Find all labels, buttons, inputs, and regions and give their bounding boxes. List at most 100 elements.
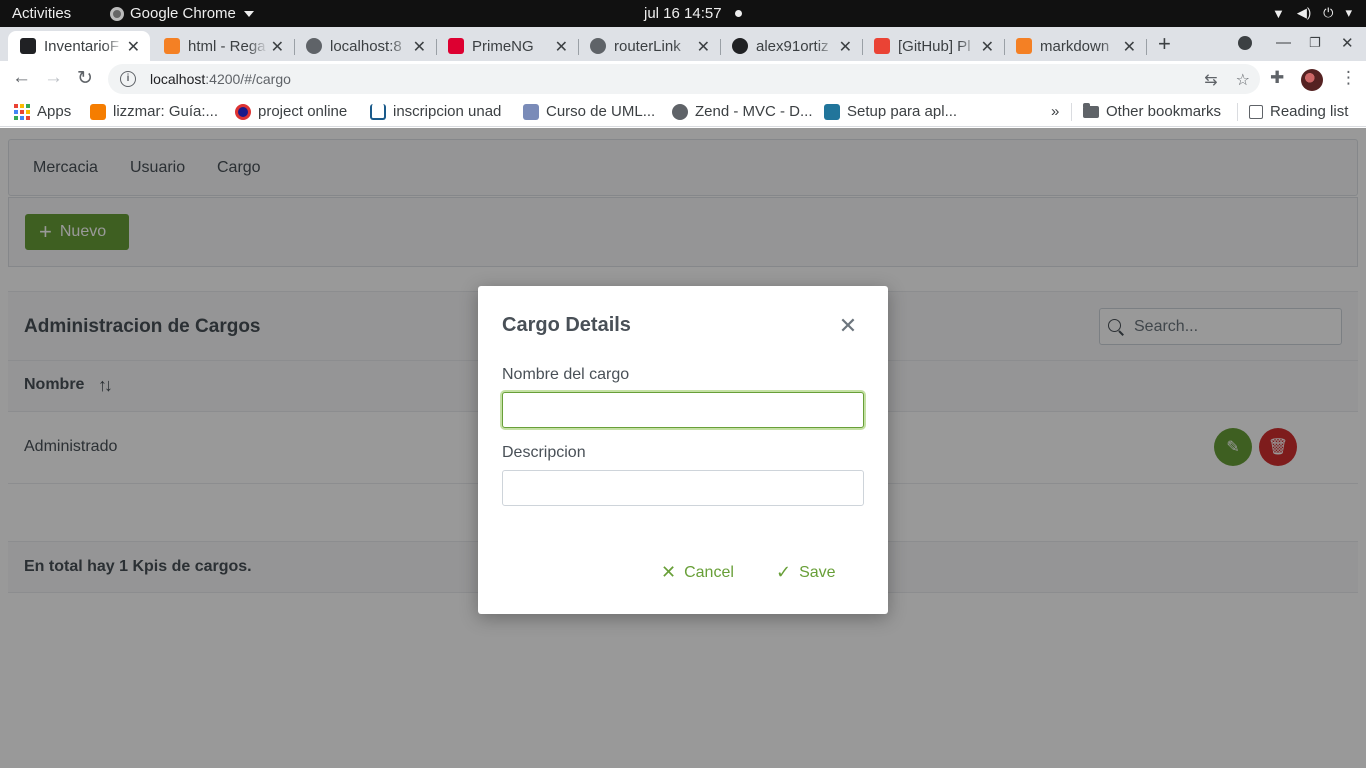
other-bookmarks-label: Other bookmarks xyxy=(1106,103,1222,120)
close-icon[interactable]: ✕ xyxy=(836,314,860,338)
nombre-input[interactable] xyxy=(502,392,864,428)
cancel-label: Cancel xyxy=(684,563,734,581)
tab-title: routerLink xyxy=(614,37,681,55)
notification-dot-icon xyxy=(735,10,742,17)
bookmark-zend[interactable]: Zend - MVC - D... xyxy=(672,103,813,120)
activities-button[interactable]: Activities xyxy=(12,5,71,22)
profile-avatar[interactable] xyxy=(1301,69,1323,91)
wordpress-icon xyxy=(824,103,840,120)
minimize-icon[interactable]: — xyxy=(1276,34,1291,51)
url-path: :4200/#/cargo xyxy=(205,71,291,87)
bookmark-setup[interactable]: Setup para apl... xyxy=(824,103,957,120)
tab-title: alex91ortiz xyxy=(756,37,829,55)
close-tab-icon[interactable]: ✕ xyxy=(1123,37,1136,57)
bookmark-label: Apps xyxy=(37,103,72,120)
reading-list-icon xyxy=(1249,104,1263,119)
wifi-icon: ▼ xyxy=(1271,5,1285,21)
bookmark-label: lizzmar: Guía:... xyxy=(113,103,219,120)
bookmark-label: Curso de UML... xyxy=(546,103,656,120)
reading-list-label: Reading list xyxy=(1270,103,1349,120)
tab-inventario[interactable]: InventarioF ✕ xyxy=(8,31,150,61)
back-icon[interactable]: ← xyxy=(12,67,31,89)
descripcion-input[interactable] xyxy=(502,470,864,506)
chrome-menu-icon[interactable]: ⋮ xyxy=(1340,68,1357,88)
apps-grid-icon xyxy=(14,103,30,120)
close-tab-icon[interactable]: ✕ xyxy=(839,37,852,57)
close-tab-icon[interactable]: ✕ xyxy=(127,37,140,57)
extensions-icon[interactable]: ✚ xyxy=(1270,68,1284,88)
folder-icon xyxy=(1083,102,1099,118)
gmail-icon xyxy=(874,38,890,54)
tab-html-rega[interactable]: html - Rega ✕ xyxy=(152,31,295,61)
bookmark-apps[interactable]: Apps xyxy=(14,103,71,120)
close-tab-icon[interactable]: ✕ xyxy=(697,37,710,57)
globe-icon xyxy=(672,103,688,120)
descripcion-label: Descripcion xyxy=(502,444,586,461)
tab-markdown[interactable]: markdown ✕ xyxy=(1004,31,1147,61)
reload-icon[interactable]: ↻ xyxy=(77,67,93,90)
forward-icon[interactable]: → xyxy=(44,67,63,89)
bookmark-label: Zend - MVC - D... xyxy=(695,103,813,120)
tab-localhost[interactable]: localhost:8 ✕ xyxy=(294,31,437,61)
tab-primeng[interactable]: PrimeNG ✕ xyxy=(436,31,579,61)
bookmark-curso-uml[interactable]: Curso de UML... xyxy=(523,103,655,120)
globe-icon xyxy=(590,38,606,54)
close-tab-icon[interactable]: ✕ xyxy=(555,37,568,57)
bookmark-label: project online xyxy=(258,103,348,120)
bookmarks-bar: Apps lizzmar: Guía:... project online in… xyxy=(0,97,1366,127)
nombre-label: Nombre del cargo xyxy=(502,366,630,383)
bookmarks-overflow-button[interactable]: » xyxy=(1051,103,1059,120)
bookmark-label: Setup para apl... xyxy=(847,103,958,120)
address-bar[interactable]: i localhost:4200/#/cargo ⇆ ☆ xyxy=(108,64,1260,94)
save-label: Save xyxy=(799,563,836,581)
close-tab-icon[interactable]: ✕ xyxy=(413,37,426,57)
save-button[interactable]: ✓ Save xyxy=(776,562,836,583)
bookmark-inscripcion-unad[interactable]: inscripcion unad xyxy=(370,103,501,120)
cargo-details-dialog: Cargo Details ✕ Nombre del cargo Descrip… xyxy=(478,286,888,614)
blogger-icon xyxy=(90,103,106,120)
bookmark-star-icon[interactable]: ☆ xyxy=(1236,70,1250,90)
tab-gmail[interactable]: [GitHub] Pl ✕ xyxy=(862,31,1005,61)
power-icon: ⏻ xyxy=(1323,5,1334,20)
app-name: Google Chrome xyxy=(130,5,236,22)
tab-search-icon[interactable] xyxy=(1238,36,1252,50)
system-tray[interactable]: ▼ ◀) ⏻ ▾ xyxy=(1272,5,1352,21)
tab-title: html - Rega xyxy=(188,37,266,55)
bookmark-project-online[interactable]: project online xyxy=(235,103,347,120)
globe-icon xyxy=(306,38,322,54)
tab-github[interactable]: alex91ortiz ✕ xyxy=(720,31,863,61)
cancel-button[interactable]: ✕ Cancel xyxy=(661,562,734,583)
bookmark-label: inscripcion unad xyxy=(393,103,502,120)
dialog-title: Cargo Details xyxy=(502,314,631,336)
clock[interactable]: jul 16 14:57 xyxy=(644,5,722,22)
close-tab-icon[interactable]: ✕ xyxy=(271,37,284,57)
app-menu[interactable]: Google Chrome xyxy=(110,5,254,22)
angular-icon xyxy=(20,38,36,54)
gnome-top-bar: Activities Google Chrome jul 16 14:57 ▼ … xyxy=(0,0,1366,27)
tab-separator xyxy=(1146,39,1147,55)
browser-toolbar: ← → ↻ i localhost:4200/#/cargo ⇆ ☆ ✚ ⋮ xyxy=(0,61,1366,97)
volume-icon: ◀) xyxy=(1296,5,1312,20)
other-bookmarks[interactable]: Other bookmarks xyxy=(1083,102,1222,120)
close-icon: ✕ xyxy=(661,562,677,582)
close-tab-icon[interactable]: ✕ xyxy=(981,37,994,57)
tab-title: PrimeNG xyxy=(472,37,534,55)
bookmark-lizzmar[interactable]: lizzmar: Guía:... xyxy=(90,103,218,120)
tab-title: InventarioF xyxy=(44,37,120,55)
unad-icon xyxy=(370,103,386,120)
check-icon: ✓ xyxy=(776,562,792,582)
bookmark-divider xyxy=(1071,103,1072,121)
tab-title: markdown xyxy=(1040,37,1110,55)
close-window-icon[interactable]: ✕ xyxy=(1341,34,1354,52)
tray-caret-icon: ▾ xyxy=(1345,5,1352,20)
site-info-icon[interactable]: i xyxy=(120,71,136,87)
stackoverflow-icon xyxy=(164,38,180,54)
restore-icon[interactable]: ❐ xyxy=(1309,35,1321,51)
new-tab-button[interactable]: + xyxy=(1158,31,1171,57)
translate-icon[interactable]: ⇆ xyxy=(1204,70,1217,90)
reading-list[interactable]: Reading list xyxy=(1249,103,1348,120)
tab-routerlink[interactable]: routerLink ✕ xyxy=(578,31,721,61)
project-icon xyxy=(235,103,251,120)
tab-title: localhost:8 xyxy=(330,37,402,55)
url-host: localhost xyxy=(150,71,206,87)
